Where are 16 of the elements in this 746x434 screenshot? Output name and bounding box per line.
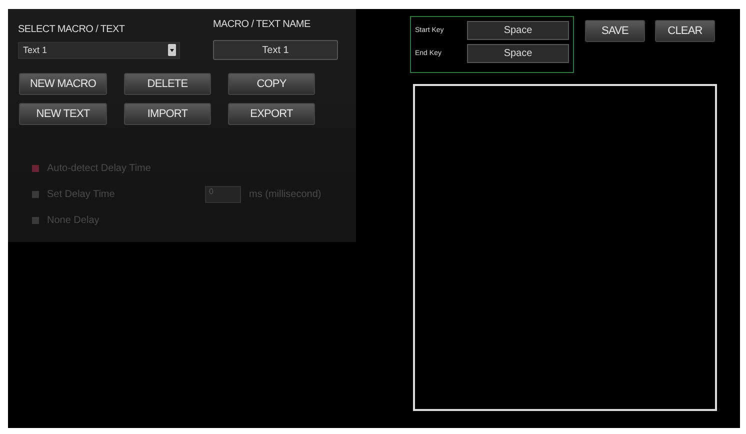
action-button[interactable]: SAVE [585,20,645,42]
action-button[interactable]: IMPORT [124,103,211,125]
action-button[interactable]: EXPORT [228,103,315,125]
action-button[interactable]: CLEAR [655,20,715,42]
macro-content-area[interactable] [413,84,717,411]
key-field[interactable]: Space [467,44,569,63]
action-button[interactable]: NEW MACRO [19,73,107,95]
action-button[interactable]: DELETE [124,73,211,95]
key-field[interactable]: Space [467,21,569,40]
caret-icon [168,44,176,56]
select-macro-label: SELECT MACRO / TEXT [18,24,125,35]
macro-name-field[interactable]: Text 1 [213,40,338,60]
action-button[interactable]: NEW TEXT [19,103,107,125]
action-button[interactable]: COPY [228,73,315,95]
macro-select[interactable]: Text 1 [18,42,180,58]
macro-name-label: MACRO / TEXT NAME [213,19,310,32]
